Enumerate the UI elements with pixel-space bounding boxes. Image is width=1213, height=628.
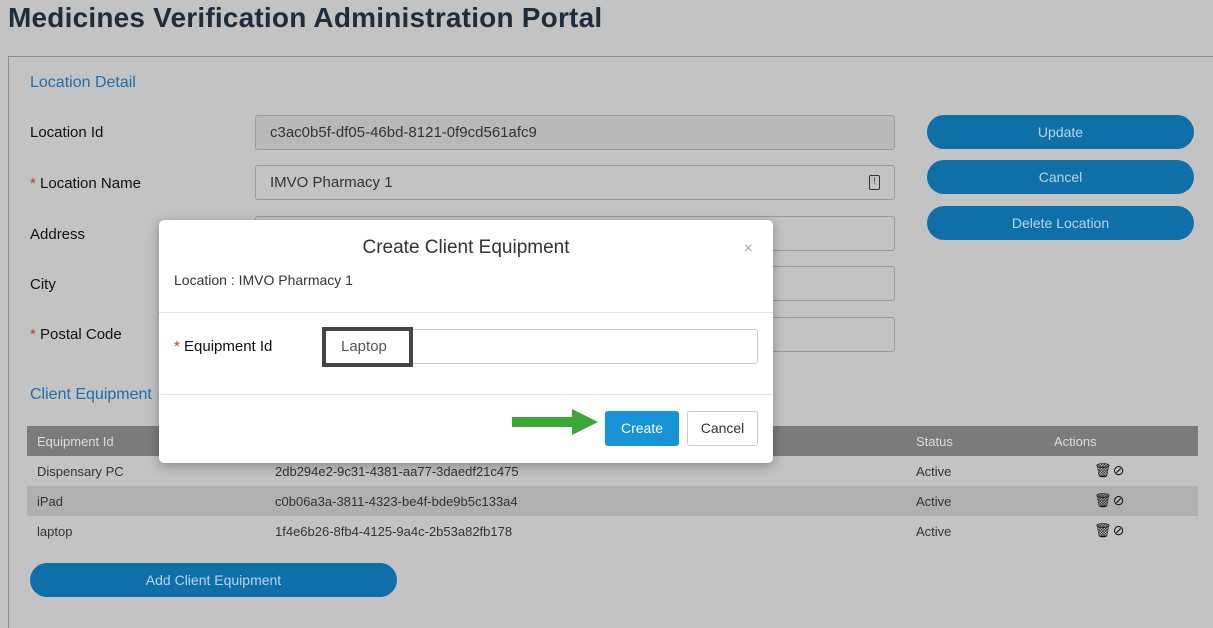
location-id-field[interactable]: c3ac0b5f-df05-46bd-8121-0f9cd561afc9 [255, 115, 895, 150]
contact-card-icon[interactable]: ! [869, 175, 880, 190]
ban-icon[interactable]: ⊘ [1113, 492, 1126, 508]
guid-cell: 2db294e2-9c31-4381-aa77-3daedf21c475 [275, 464, 519, 479]
create-button[interactable]: Create [605, 411, 679, 446]
city-label: City [30, 276, 56, 293]
table-row[interactable]: laptop 1f4e6b26-8fb4-4125-9a4c-2b53a82fb… [27, 516, 1198, 546]
modal-divider [159, 394, 773, 395]
close-icon[interactable]: × [744, 240, 753, 258]
modal-title: Create Client Equipment [362, 237, 570, 258]
required-mark: * [30, 175, 36, 192]
client-equipment-heading: Client Equipment [30, 386, 152, 403]
row-actions: 🗑⊘ [1094, 492, 1126, 509]
ban-icon[interactable]: ⊘ [1113, 462, 1126, 478]
location-detail-heading: Location Detail [30, 74, 136, 91]
arrow-right-icon [512, 409, 598, 435]
equipment-id-cell: laptop [37, 524, 73, 539]
required-mark: * [174, 338, 180, 355]
status-cell: Active [916, 494, 952, 509]
column-header-actions: Actions [1054, 434, 1097, 449]
row-actions: 🗑⊘ [1094, 462, 1126, 479]
address-label: Address [30, 226, 86, 243]
update-button[interactable]: Update [927, 115, 1194, 149]
cancel-button[interactable]: Cancel [927, 160, 1194, 194]
location-name-value: IMVO Pharmacy 1 [270, 174, 393, 191]
postal-code-label: * Postal Code [30, 326, 122, 343]
equipment-id-cell: iPad [37, 494, 64, 509]
required-mark: * [30, 326, 36, 343]
equipment-id-cell: Dispensary PC [37, 464, 124, 479]
row-actions: 🗑⊘ [1094, 522, 1126, 539]
create-client-equipment-modal: Create Client Equipment × Location : IMV… [159, 220, 773, 463]
column-header-equipment-id[interactable]: Equipment Id [37, 434, 114, 449]
ban-icon[interactable]: ⊘ [1113, 522, 1126, 538]
equipment-id-label: * Equipment Id [174, 338, 272, 355]
modal-location-line: Location : IMVO Pharmacy 1 [174, 272, 353, 288]
guid-cell: 1f4e6b26-8fb4-4125-9a4c-2b53a82fb178 [275, 524, 513, 539]
trash-icon[interactable]: 🗑 [1094, 462, 1113, 478]
modal-cancel-button[interactable]: Cancel [687, 411, 758, 446]
modal-divider [159, 312, 773, 313]
location-id-label: Location Id [30, 124, 104, 141]
status-cell: Active [916, 524, 952, 539]
location-name-label-text: Location Name [40, 175, 141, 192]
column-header-status[interactable]: Status [916, 434, 953, 449]
add-client-equipment-button[interactable]: Add Client Equipment [30, 563, 397, 597]
trash-icon[interactable]: 🗑 [1094, 522, 1113, 538]
status-cell: Active [916, 464, 952, 479]
delete-location-button[interactable]: Delete Location [927, 206, 1194, 240]
page-title: Medicines Verification Administration Po… [8, 2, 603, 33]
trash-icon[interactable]: 🗑 [1094, 492, 1113, 508]
equipment-id-label-text: Equipment Id [184, 338, 273, 355]
guid-cell: c0b06a3a-3811-4323-be4f-bde9b5c133a4 [275, 494, 518, 509]
table-row[interactable]: iPad c0b06a3a-3811-4323-be4f-bde9b5c133a… [27, 486, 1198, 516]
highlight-box [322, 327, 413, 367]
location-name-field[interactable]: IMVO Pharmacy 1! [255, 165, 895, 200]
postal-code-label-text: Postal Code [40, 326, 122, 343]
location-name-label: * Location Name [30, 175, 141, 192]
